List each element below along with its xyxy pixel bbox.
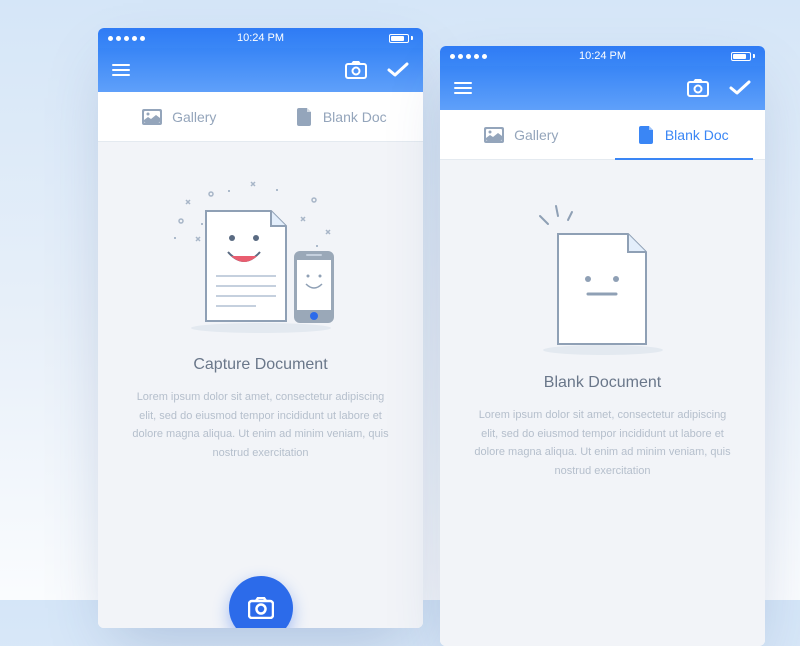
menu-icon[interactable] — [112, 64, 130, 76]
battery-icon — [389, 34, 413, 43]
document-icon — [297, 108, 313, 126]
status-bar: 10:24 PM — [98, 28, 423, 48]
tab-gallery[interactable]: Gallery — [98, 92, 261, 141]
document-icon — [639, 126, 655, 144]
blank-illustration — [458, 186, 747, 366]
status-time: 10:24 PM — [237, 32, 284, 44]
tab-gallery-label: Gallery — [172, 109, 216, 125]
battery-icon — [731, 52, 755, 61]
nav-bar — [98, 48, 423, 92]
status-bar: 10:24 PM — [440, 46, 765, 66]
tab-bar: Gallery Blank Doc — [98, 92, 423, 142]
gallery-icon — [142, 109, 162, 125]
nav-bar — [440, 66, 765, 110]
tab-gallery[interactable]: Gallery — [440, 110, 603, 159]
signal-dots-icon — [108, 36, 145, 41]
camera-icon[interactable] — [687, 79, 709, 97]
capture-button[interactable] — [229, 576, 293, 628]
status-time: 10:24 PM — [579, 50, 626, 62]
camera-icon — [248, 597, 274, 619]
gallery-icon — [484, 127, 504, 143]
capture-illustration — [116, 168, 405, 348]
tab-gallery-label: Gallery — [514, 127, 558, 143]
signal-dots-icon — [450, 54, 487, 59]
checkmark-icon[interactable] — [387, 62, 409, 78]
phone-blank: 10:24 PM Gallery Blank Doc — [440, 46, 765, 646]
menu-icon[interactable] — [454, 82, 472, 94]
tab-bar: Gallery Blank Doc — [440, 110, 765, 160]
screen-body: Lorem ipsum dolor sit amet, consectetur … — [116, 388, 405, 463]
tab-blank-label: Blank Doc — [665, 127, 729, 143]
camera-icon[interactable] — [345, 61, 367, 79]
checkmark-icon[interactable] — [729, 80, 751, 96]
screen-body: Lorem ipsum dolor sit amet, consectetur … — [458, 406, 747, 481]
content-area: Blank Document Lorem ipsum dolor sit ame… — [440, 160, 765, 646]
content-area: Capture Document Lorem ipsum dolor sit a… — [98, 142, 423, 628]
tab-blank-doc[interactable]: Blank Doc — [603, 110, 766, 159]
screen-title: Blank Document — [458, 374, 747, 392]
screen-title: Capture Document — [116, 356, 405, 374]
phone-capture: 10:24 PM Gallery Blank Doc — [98, 28, 423, 628]
tab-blank-label: Blank Doc — [323, 109, 387, 125]
tab-blank-doc[interactable]: Blank Doc — [261, 92, 424, 141]
